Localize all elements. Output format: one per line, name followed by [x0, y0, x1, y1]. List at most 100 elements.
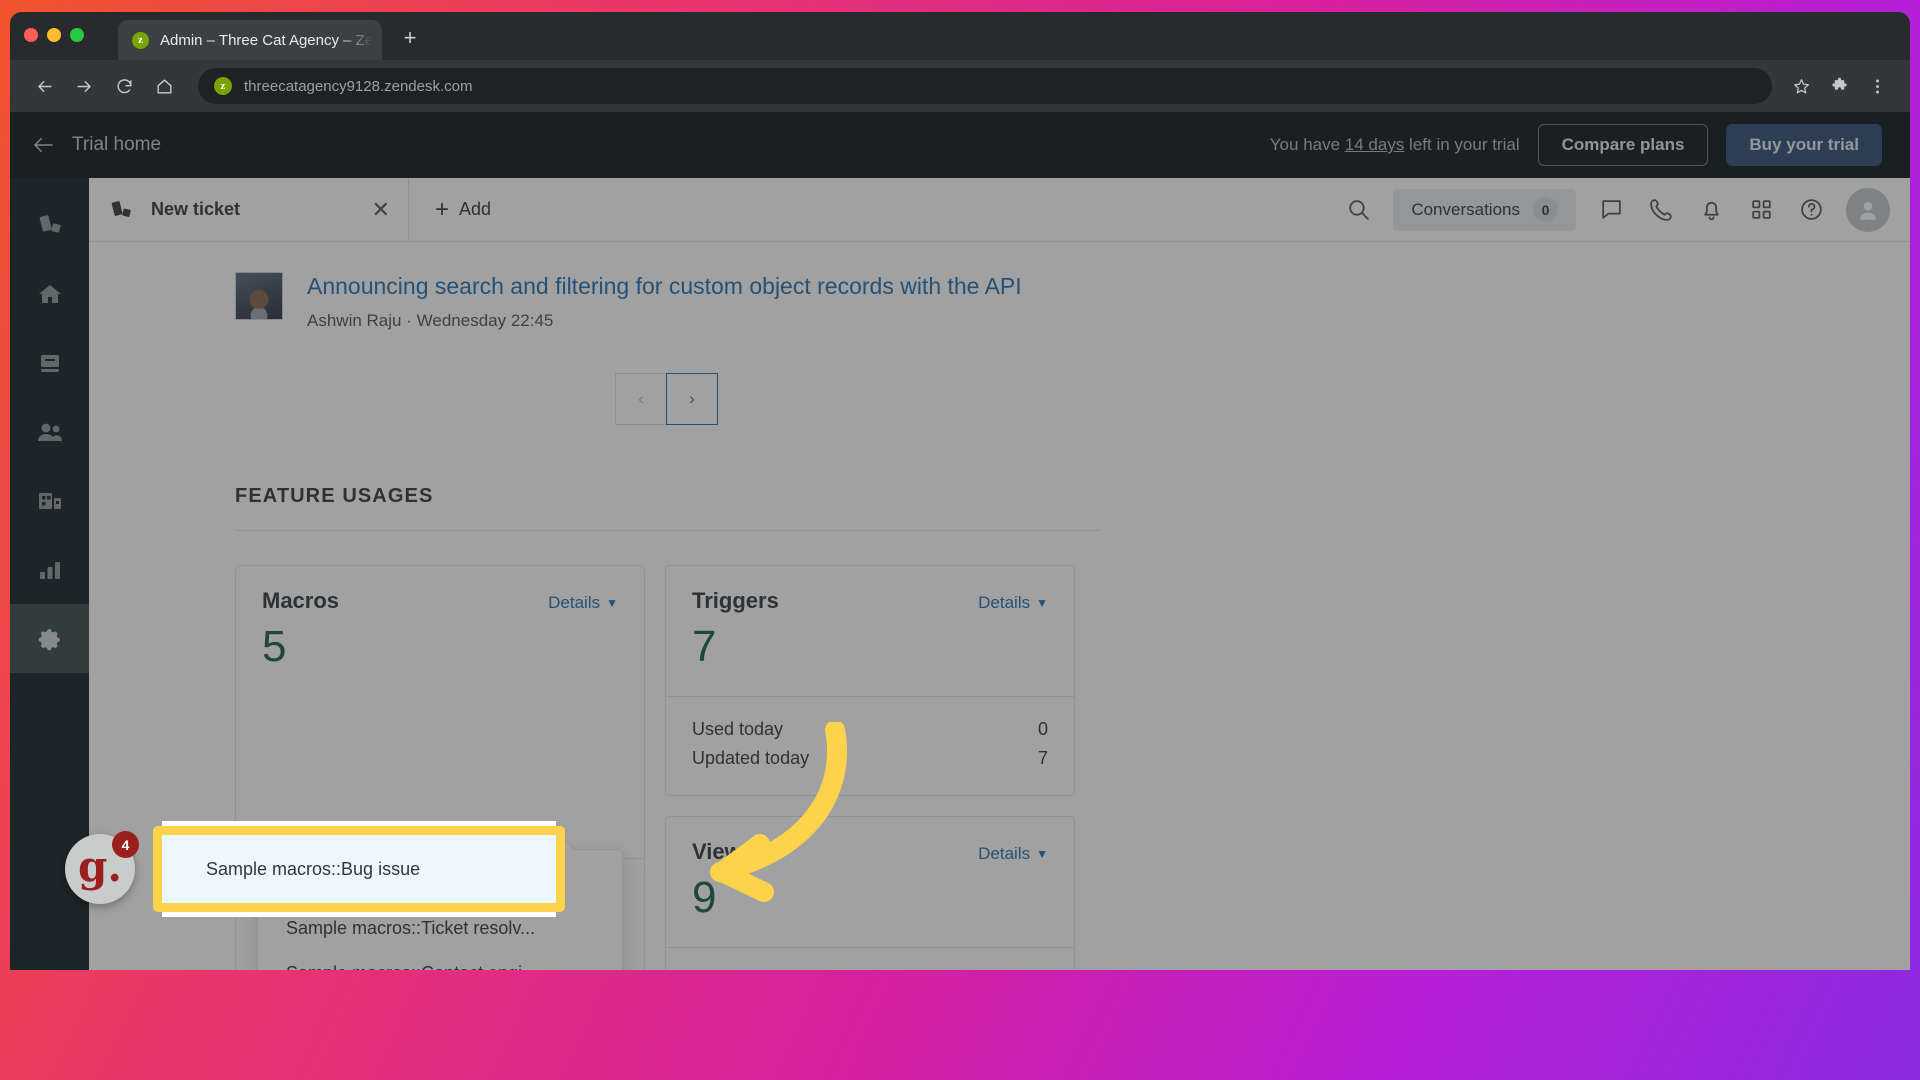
conversations-count-badge: 0 — [1533, 197, 1558, 222]
browser-tab-title: Admin – Three Cat Agency – Zend — [160, 31, 372, 49]
back-arrow-icon — [34, 137, 53, 153]
sidebar-item-customers[interactable] — [10, 397, 89, 466]
chat-icon[interactable] — [1588, 187, 1634, 233]
triggers-details-dropdown-toggle[interactable]: Details ▼ — [978, 593, 1048, 613]
bell-icon[interactable] — [1688, 187, 1734, 233]
stat-row: Used today 0 — [692, 715, 1048, 744]
views-details-dropdown-toggle[interactable]: Details ▼ — [978, 844, 1048, 864]
macros-details-dropdown-toggle[interactable]: Details ▼ — [548, 593, 618, 613]
announcement-title-link[interactable]: Announcing search and filtering for cust… — [307, 272, 1022, 301]
phone-icon[interactable] — [1638, 187, 1684, 233]
conversations-button[interactable]: Conversations 0 — [1393, 188, 1576, 231]
card-header: Triggers Details ▼ 7 — [666, 566, 1074, 696]
guide-widget-badge: 4 — [112, 831, 139, 858]
dropdown-item[interactable]: Sample macros::Contact engi... — [258, 951, 622, 970]
details-label: Details — [548, 592, 601, 612]
stat-value: 0 — [1037, 718, 1048, 739]
feature-card-triggers: Triggers Details ▼ 7 Used today 0 Update… — [665, 564, 1075, 796]
zendesk-favicon-icon: z — [132, 31, 149, 49]
pagination-prev-button[interactable]: ‹ — [615, 372, 667, 425]
browser-window: z Admin – Three Cat Agency – Zend + z th… — [10, 12, 1910, 970]
macros-recently-updated-dropdown[interactable]: RECENTLY UPDATED Sample macros::Ticket r… — [257, 849, 623, 970]
zendesk-app: Trial home You have 14 days left in your… — [10, 112, 1910, 970]
feature-card-views: Views Details ▼ 9 — [665, 815, 1075, 970]
card-title: Views — [692, 838, 754, 864]
apps-grid-icon[interactable] — [1738, 187, 1784, 233]
admin-gear-icon — [38, 628, 60, 650]
details-label: Details — [978, 843, 1031, 863]
help-icon[interactable] — [1788, 187, 1834, 233]
home-icon — [38, 284, 61, 303]
section-divider — [235, 529, 1100, 531]
feature-usages-heading: FEATURE USAGES — [235, 484, 434, 507]
guide-widget-button[interactable]: g. 4 — [65, 831, 139, 904]
cards-column-right: Triggers Details ▼ 7 Used today 0 Update… — [665, 564, 1075, 970]
toolbar-actions: Conversations 0 — [1335, 178, 1910, 241]
sidebar-item-reporting[interactable] — [10, 535, 89, 604]
browser-toolbar: z threecatagency9128.zendesk.com — [10, 60, 1910, 112]
main-column: New ticket ✕ + Add Conversations 0 Annou… — [89, 178, 1910, 970]
browser-tab[interactable]: z Admin – Three Cat Agency – Zend — [118, 20, 382, 60]
plus-icon: + — [435, 195, 450, 223]
star-icon[interactable] — [1784, 69, 1818, 103]
views-icon — [40, 354, 59, 372]
minimize-window-button[interactable] — [47, 28, 61, 42]
sidebar-item-organizations[interactable] — [10, 466, 89, 535]
reload-icon[interactable] — [106, 68, 142, 104]
ticket-tab-label: New ticket — [151, 199, 241, 219]
trial-message-prefix: You have — [1269, 135, 1345, 154]
forward-arrow-icon[interactable] — [66, 68, 102, 104]
card-title: Macros — [262, 587, 340, 613]
sidebar-item-home[interactable] — [10, 259, 89, 328]
stat-value: 7 — [1037, 747, 1048, 768]
buy-your-trial-button[interactable]: Buy your trial — [1726, 124, 1882, 166]
dropdown-item[interactable]: Sample macros::Ticket resolv... — [258, 906, 622, 951]
compare-plans-button[interactable]: Compare plans — [1537, 124, 1709, 166]
dropdown-heading: RECENTLY UPDATED — [286, 874, 461, 891]
card-count: 7 — [692, 621, 717, 671]
new-tab-button[interactable]: + — [396, 24, 424, 52]
close-icon[interactable]: ✕ — [372, 198, 390, 221]
ticket-deck-icon — [39, 214, 61, 233]
sidebar-item-admin[interactable] — [10, 604, 89, 673]
sidebar-item-ticket-deck[interactable] — [10, 190, 89, 259]
card-count: 5 — [262, 621, 287, 671]
trial-home-back-button[interactable]: Trial home — [32, 134, 161, 156]
add-button[interactable]: + Add — [409, 178, 517, 241]
card-header: Macros Details ▼ 5 — [236, 566, 644, 696]
stat-label: Used today — [692, 718, 784, 739]
home-icon[interactable] — [146, 68, 182, 104]
sidebar-item-views[interactable] — [10, 328, 89, 397]
app-body: New ticket ✕ + Add Conversations 0 Annou… — [10, 178, 1910, 970]
trial-days-left[interactable]: 14 days — [1345, 135, 1405, 154]
user-avatar[interactable] — [1846, 187, 1890, 232]
browser-tabstrip: z Admin – Three Cat Agency – Zend + — [10, 12, 1910, 60]
conversations-label: Conversations — [1411, 199, 1520, 219]
pagination-next-button[interactable]: › — [666, 372, 718, 425]
announcement-pagination: ‹ › — [615, 372, 1910, 425]
address-bar[interactable]: z threecatagency9128.zendesk.com — [198, 68, 1772, 104]
content-area: Announcing search and filtering for cust… — [89, 242, 1910, 970]
announcement-meta: Ashwin Raju · Wednesday 22:45 — [307, 311, 1022, 331]
card-header: Views Details ▼ 9 — [666, 817, 1074, 947]
kebab-menu-icon[interactable] — [1860, 69, 1894, 103]
site-favicon-icon: z — [214, 77, 232, 95]
trial-bar: Trial home You have 14 days left in your… — [10, 112, 1910, 178]
chevron-down-icon: ▼ — [1036, 846, 1048, 861]
trial-bar-actions: You have 14 days left in your trial Comp… — [1270, 124, 1882, 166]
announcement-author-thumbnail — [235, 272, 283, 320]
search-icon[interactable] — [1335, 187, 1381, 233]
card-stats: Used today 0 Updated today 7 — [666, 695, 1074, 795]
back-arrow-icon[interactable] — [26, 68, 62, 104]
announcement-separator: · — [406, 310, 412, 330]
window-controls[interactable] — [24, 28, 84, 42]
trial-message: You have 14 days left in your trial — [1270, 135, 1520, 155]
ticket-tab-new-ticket[interactable]: New ticket ✕ — [89, 178, 409, 241]
announcement-author: Ashwin Raju — [307, 310, 402, 330]
maximize-window-button[interactable] — [70, 28, 84, 42]
app-toolbar: New ticket ✕ + Add Conversations 0 — [89, 178, 1910, 242]
puzzle-icon[interactable] — [1822, 69, 1856, 103]
add-label: Add — [459, 199, 492, 219]
close-window-button[interactable] — [24, 28, 38, 42]
card-stats: Updated today 9 — [666, 947, 1074, 970]
